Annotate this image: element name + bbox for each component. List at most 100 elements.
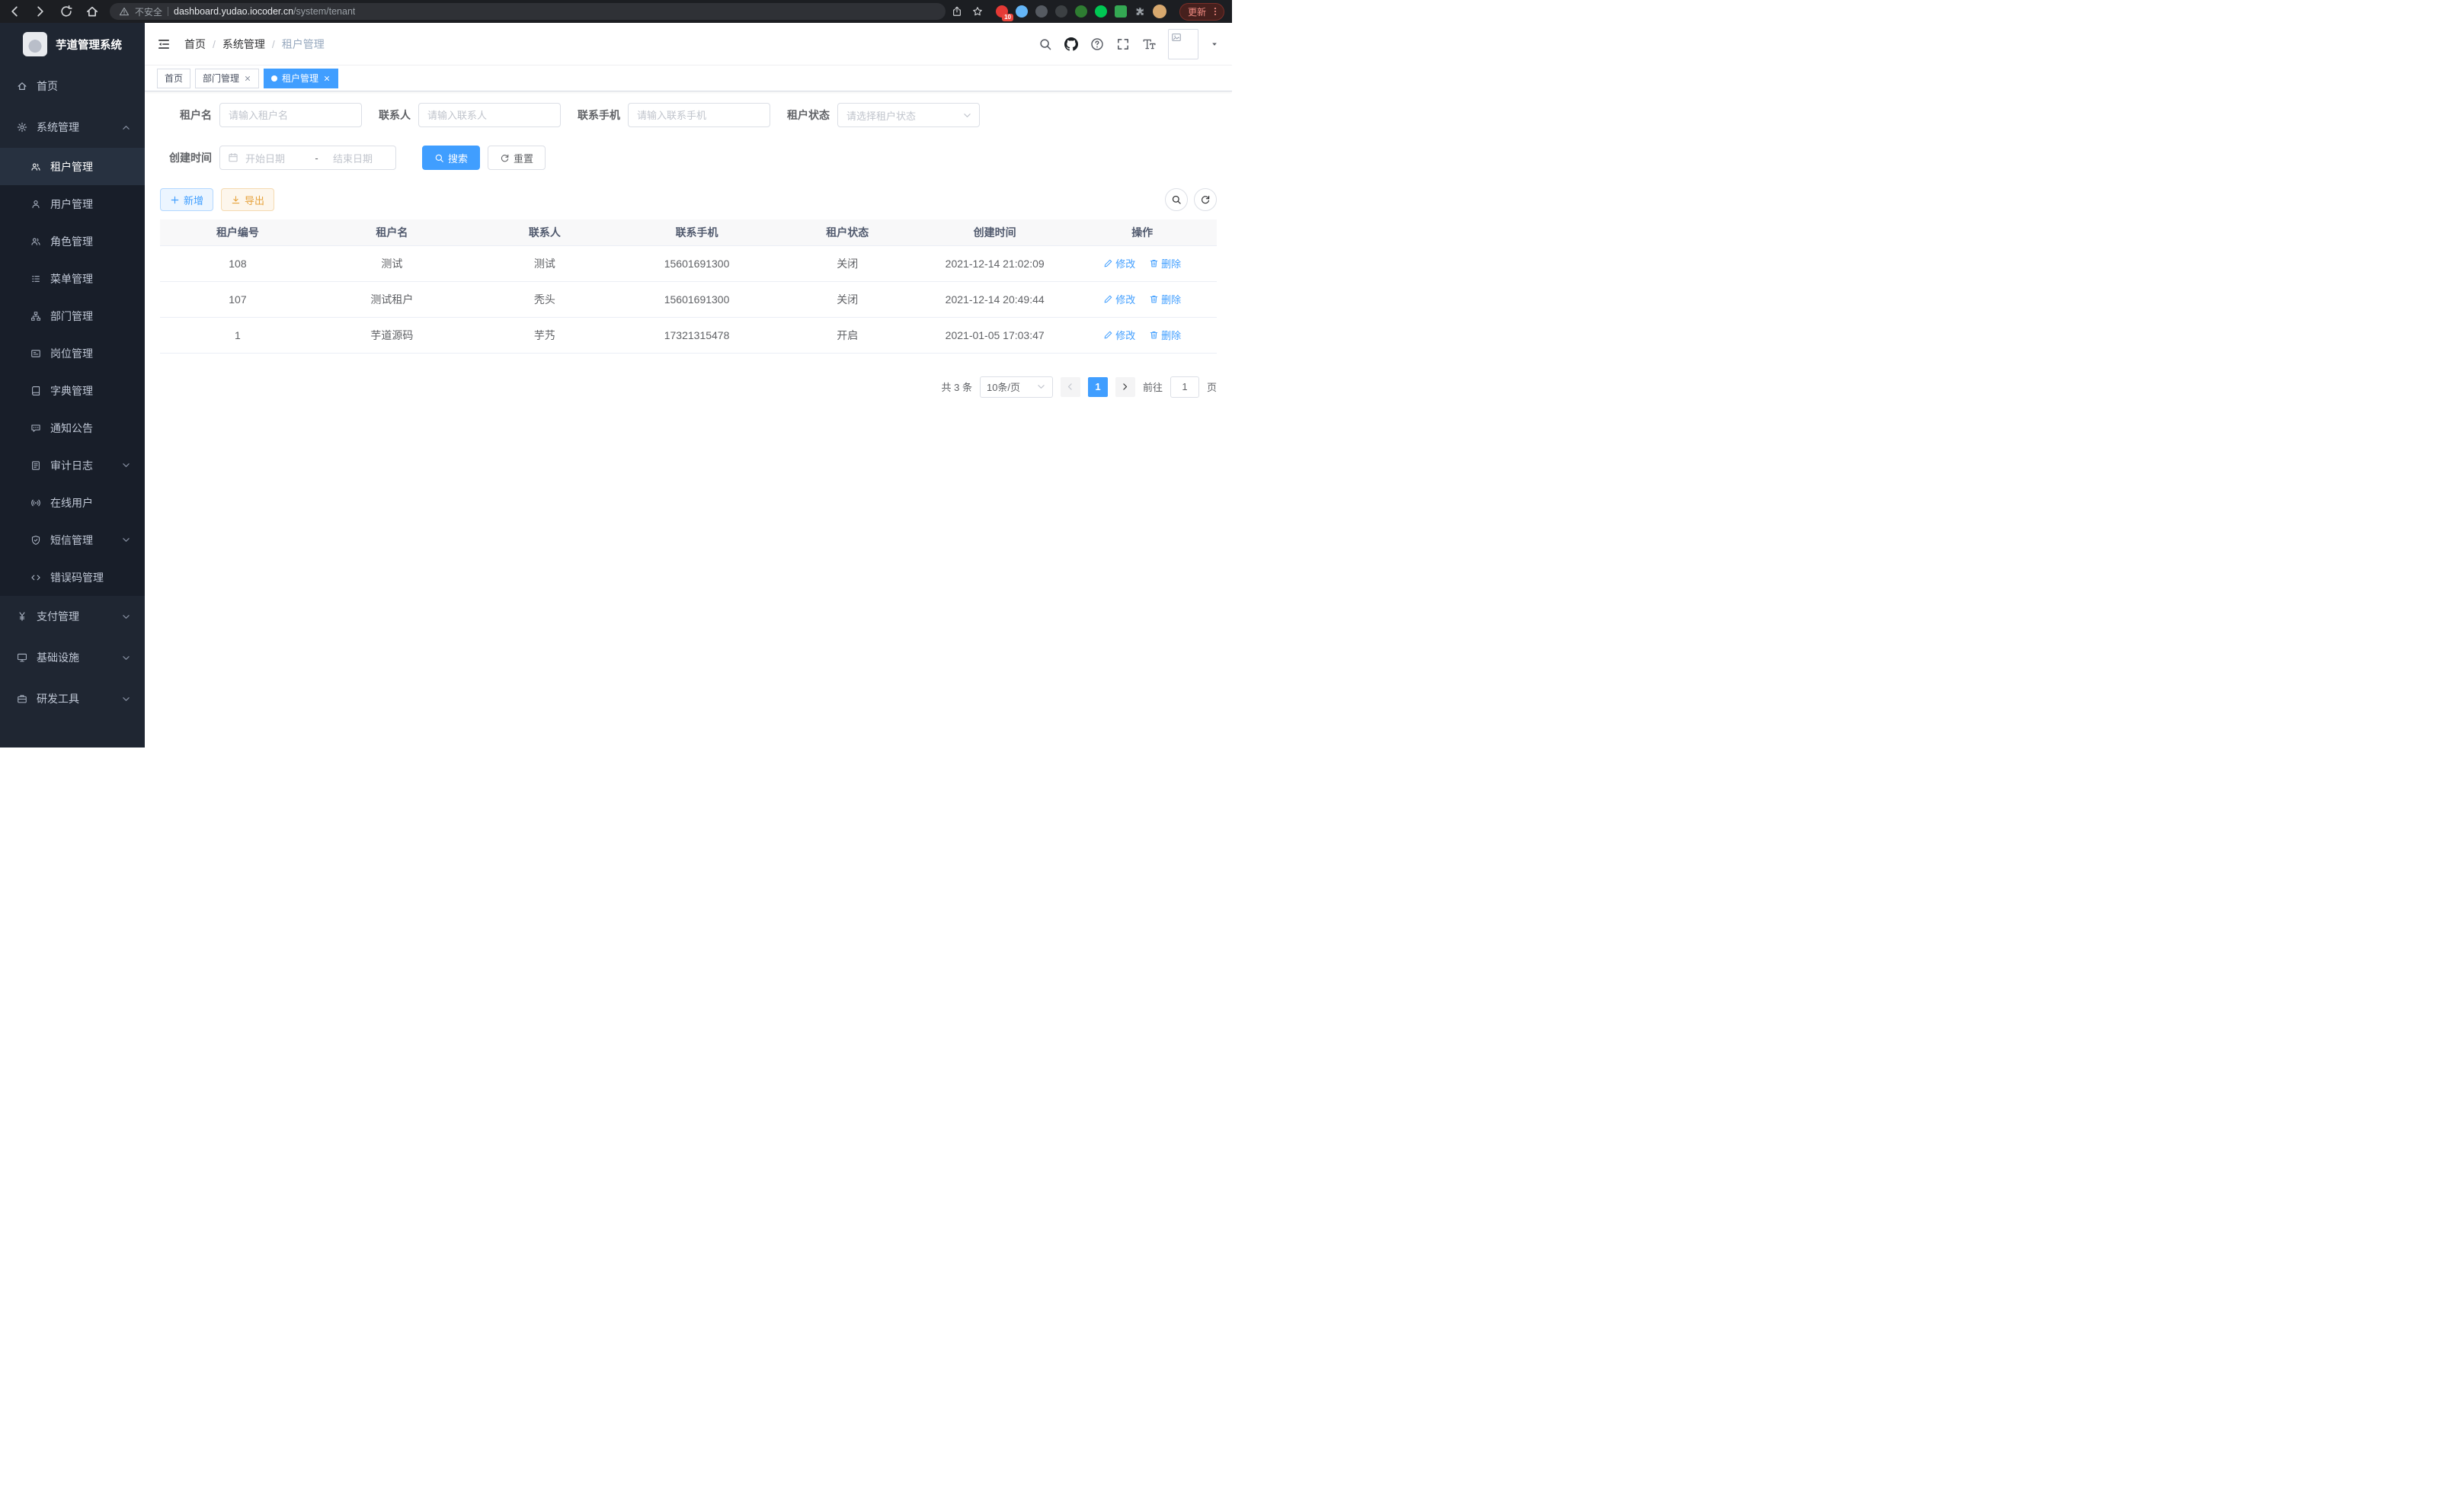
sidebar-item-notice[interactable]: 通知公告 [0,409,145,447]
sidebar-item-auditlog[interactable]: 审计日志 [0,447,145,484]
tab-tenant[interactable]: 租户管理 [264,69,338,88]
page-content: 租户名 联系人 联系手机 租户状态 请选择租户状态 [145,91,1232,748]
tab-dept[interactable]: 部门管理 [195,69,259,88]
contact-input[interactable] [418,103,561,127]
sidebar-item-errorcode[interactable]: 错误码管理 [0,559,145,596]
avatar[interactable] [1168,29,1198,59]
toggle-search-button[interactable] [1165,188,1188,211]
navbar-actions [1038,29,1218,59]
sidebar-item-sms[interactable]: 短信管理 [0,521,145,559]
add-button[interactable]: 新增 [160,188,213,211]
filter-status: 租户状态 请选择租户状态 [787,103,980,127]
sidebar-item-post[interactable]: 岗位管理 [0,335,145,372]
status-select[interactable]: 请选择租户状态 [837,103,980,127]
date-range-picker[interactable]: 开始日期 - 结束日期 [219,146,396,170]
fullscreen-icon[interactable] [1116,37,1130,51]
extension-icon[interactable] [1095,5,1107,18]
phone-label: 联系手机 [578,107,628,123]
browser-home-icon[interactable] [85,5,99,18]
column-status: 租户状态 [773,219,922,245]
avatar-caret-down-icon[interactable] [1211,40,1218,48]
browser-reload-icon[interactable] [59,5,73,18]
sidebar-item-label: 租户管理 [50,159,93,174]
sidebar-item-online[interactable]: 在线用户 [0,484,145,521]
column-tenant-id: 租户编号 [160,219,315,245]
sidebar-item-label: 用户管理 [50,197,93,212]
sidebar-item-menu[interactable]: 菜单管理 [0,260,145,297]
sidebar-item-home[interactable]: 首页 [0,66,145,107]
cell-contact: 测试 [469,245,621,281]
sidebar-item-role[interactable]: 角色管理 [0,222,145,260]
next-page-button[interactable] [1115,377,1135,397]
bookmark-star-icon[interactable] [972,6,983,17]
sidebar-item-label: 菜单管理 [50,271,93,287]
chevron-down-icon [121,460,131,470]
close-icon[interactable] [244,75,251,82]
edit-button[interactable]: 修改 [1103,256,1135,271]
search-icon[interactable] [1038,37,1052,51]
extension-icon[interactable] [1016,5,1028,18]
code-icon [30,572,41,583]
active-tab-dot [271,75,277,82]
phone-input[interactable] [628,103,770,127]
system-submenu: 租户管理 用户管理 角色管理 菜单管理 [0,148,145,596]
help-question-icon[interactable] [1090,37,1104,51]
sidebar-collapse-icon[interactable] [157,37,171,51]
goto-page-input[interactable] [1170,376,1199,398]
sidebar-item-infra[interactable]: 基础设施 [0,637,145,678]
tab-home[interactable]: 首页 [157,69,190,88]
share-icon[interactable] [952,6,962,17]
address-bar[interactable]: 不安全 dashboard.yudao.iocoder.cn/system/te… [110,3,946,20]
sidebar-item-label: 审计日志 [50,458,93,473]
page-size-select[interactable]: 10条/页 [980,376,1053,398]
profile-avatar-icon[interactable] [1153,5,1166,18]
reset-button[interactable]: 重置 [488,146,546,170]
create-time-label: 创建时间 [160,150,212,165]
message-icon [30,423,41,434]
extension-icon[interactable] [1035,5,1048,18]
sidebar-item-dept[interactable]: 部门管理 [0,297,145,335]
search-button[interactable]: 搜索 [422,146,480,170]
refresh-table-button[interactable] [1194,188,1217,211]
browser-menu-dots-icon[interactable] [1210,6,1221,17]
extension-icon[interactable] [1115,5,1127,18]
cell-tenant-id: 1 [160,317,315,353]
tenant-name-input[interactable] [219,103,362,127]
browser-forward-icon[interactable] [34,5,47,18]
font-size-icon[interactable] [1142,37,1156,51]
extension-icon[interactable] [1055,5,1067,18]
delete-button[interactable]: 删除 [1149,292,1181,306]
sidebar-item-payment[interactable]: 支付管理 [0,596,145,637]
url-domain: dashboard.yudao.iocoder.cn [174,6,293,17]
sidebar-item-system[interactable]: 系统管理 [0,107,145,148]
tenant-table: 租户编号 租户名 联系人 联系手机 租户状态 创建时间 操作 108 测试 [160,219,1217,354]
home-icon [17,81,27,91]
delete-button[interactable]: 删除 [1149,256,1181,271]
prev-page-button[interactable] [1061,377,1080,397]
sidebar-item-user[interactable]: 用户管理 [0,185,145,222]
page-number-1[interactable]: 1 [1088,377,1108,397]
extension-icon[interactable]: 10 [996,5,1008,18]
breadcrumb-home[interactable]: 首页 [184,37,206,52]
sidebar-item-devtools[interactable]: 研发工具 [0,678,145,719]
sidebar-item-dict[interactable]: 字典管理 [0,372,145,409]
cell-tenant-name: 测试 [315,245,469,281]
sidebar-item-tenant[interactable]: 租户管理 [0,148,145,185]
chevron-right-icon [1120,382,1130,392]
cell-created: 2021-12-14 21:02:09 [922,245,1067,281]
delete-button[interactable]: 删除 [1149,328,1181,342]
extensions-puzzle-icon[interactable] [1134,6,1145,17]
edit-button[interactable]: 修改 [1103,328,1135,342]
close-icon[interactable] [323,75,331,82]
breadcrumb-separator: / [272,38,275,50]
refresh-icon [500,153,510,163]
dictionary-book-icon [30,386,41,396]
github-icon[interactable] [1064,37,1078,51]
edit-button[interactable]: 修改 [1103,292,1135,306]
breadcrumb-system[interactable]: 系统管理 [222,37,265,52]
page-suffix-label: 页 [1207,379,1217,394]
extension-icon[interactable] [1075,5,1087,18]
export-button[interactable]: 导出 [221,188,274,211]
browser-back-icon[interactable] [8,5,21,18]
browser-update-button[interactable]: 更新 [1179,3,1224,21]
